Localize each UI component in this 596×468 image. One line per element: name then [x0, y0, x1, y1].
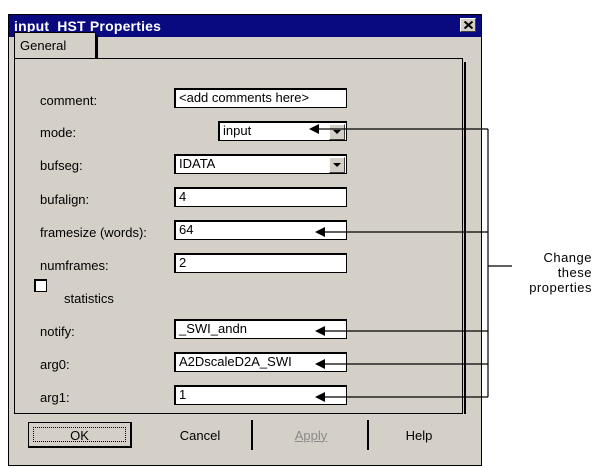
- statistics-label: statistics: [64, 291, 114, 306]
- close-icon: [463, 21, 473, 29]
- numframes-label: numframes:: [40, 258, 109, 273]
- panel-shadow: [464, 62, 466, 414]
- button-divider: [251, 420, 253, 450]
- arg0-label: arg0:: [40, 357, 70, 372]
- mode-select[interactable]: input: [218, 121, 347, 141]
- mode-dropdown-button[interactable]: [329, 124, 345, 140]
- arg0-value: A2DscaleD2A_SWI: [179, 354, 292, 369]
- notify-value: _SWI_andn: [179, 321, 247, 336]
- apply-button[interactable]: Apply: [256, 422, 366, 448]
- arg0-field[interactable]: A2DscaleD2A_SWI: [174, 352, 347, 372]
- tab-general-label: General: [20, 38, 67, 53]
- change-properties-callout: Change these properties: [506, 250, 592, 295]
- close-button[interactable]: [460, 18, 476, 32]
- notify-label: notify:: [40, 324, 75, 339]
- callout-line-2: these: [557, 265, 592, 280]
- bufalign-field[interactable]: 4: [174, 187, 347, 207]
- help-button[interactable]: Help: [372, 422, 466, 448]
- help-label: Help: [405, 427, 433, 443]
- cancel-button[interactable]: Cancel: [150, 422, 250, 448]
- button-divider: [367, 420, 369, 450]
- framesize-value: 64: [179, 222, 194, 237]
- cancel-label: Cancel: [179, 427, 221, 443]
- comment-field[interactable]: <add comments here>: [174, 88, 347, 108]
- ok-button[interactable]: OK: [28, 422, 132, 448]
- numframes-field[interactable]: 2: [174, 253, 347, 273]
- arg1-field[interactable]: 1: [174, 385, 347, 405]
- apply-label: Apply: [294, 427, 328, 443]
- bufalign-value: 4: [179, 189, 187, 204]
- ok-focus-rect: OK: [33, 427, 126, 443]
- arg1-value: 1: [179, 387, 187, 402]
- chevron-down-icon: [333, 162, 341, 167]
- notify-field[interactable]: _SWI_andn: [174, 319, 347, 339]
- bufseg-label: bufseg:: [40, 158, 83, 173]
- comment-label: comment:: [40, 93, 98, 108]
- mode-label: mode:: [40, 125, 77, 140]
- callout-line-3: properties: [529, 280, 592, 295]
- ok-label: OK: [70, 427, 89, 443]
- framesize-label: framesize (words):: [40, 225, 147, 240]
- callout-line-1: Change: [543, 250, 592, 265]
- bufseg-value: IDATA: [179, 156, 216, 171]
- chevron-down-icon: [333, 129, 341, 134]
- bufseg-dropdown-button[interactable]: [329, 157, 345, 173]
- numframes-value: 2: [179, 255, 187, 270]
- arg1-label: arg1:: [40, 390, 70, 405]
- bufalign-label: bufalign:: [40, 192, 90, 207]
- mode-value: input: [223, 123, 252, 138]
- framesize-field[interactable]: 64: [174, 220, 347, 240]
- tab-general[interactable]: General: [14, 32, 98, 58]
- bufseg-select[interactable]: IDATA: [174, 154, 347, 174]
- statistics-checkbox[interactable]: [34, 279, 47, 292]
- comment-value: <add comments here>: [179, 90, 310, 105]
